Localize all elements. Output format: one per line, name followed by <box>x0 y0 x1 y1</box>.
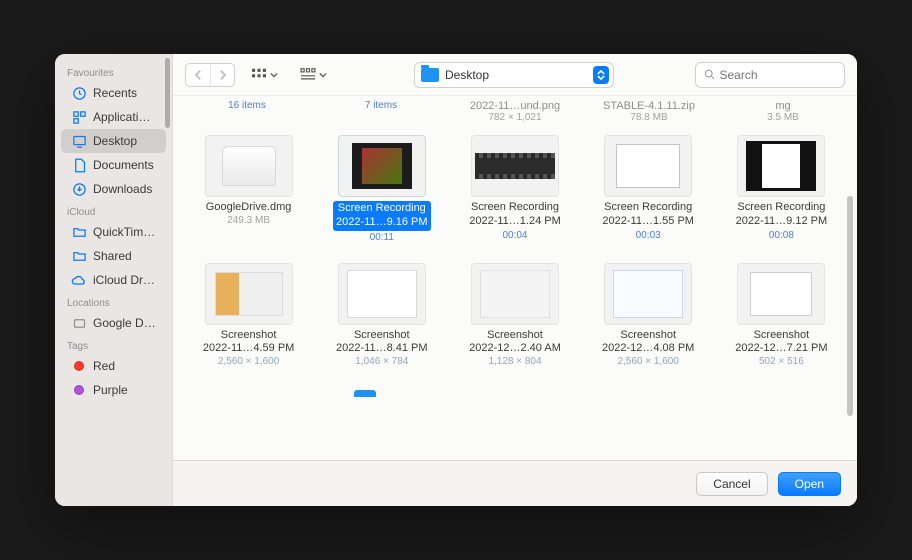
download-icon <box>71 181 87 197</box>
sidebar: Favourites Recents Applicati… Desktop Do… <box>55 54 173 506</box>
section-favourites: Favourites <box>55 62 172 81</box>
doc-icon <box>71 157 87 173</box>
clock-icon <box>71 85 87 101</box>
search-icon <box>704 68 715 81</box>
file-item-screen-recording-1-55[interactable]: Screen Recording2022-11…1.55 PM 00:03 <box>587 129 710 249</box>
thumbnail <box>338 135 426 197</box>
file-item-screenshot-4-59[interactable]: Screenshot2022-11…4.59 PM 2,560 × 1,600 <box>187 257 310 374</box>
toolbar: Desktop <box>173 54 857 96</box>
folder-item[interactable]: 7 items <box>321 100 441 123</box>
open-button[interactable]: Open <box>778 472 841 496</box>
desktop-icon <box>71 133 87 149</box>
dialog-footer: Cancel Open <box>173 460 857 506</box>
file-item[interactable]: 2022-11…und.png 782 × 1,021 <box>455 100 575 123</box>
section-locations: Locations <box>55 292 172 311</box>
content-scrollbar[interactable] <box>847 196 853 416</box>
section-tags: Tags <box>55 335 172 354</box>
view-icon-button[interactable] <box>245 63 284 87</box>
sidebar-scrollbar[interactable] <box>165 58 170 128</box>
folder-icon <box>71 224 87 240</box>
location-dropdown[interactable]: Desktop <box>414 62 614 88</box>
nav-buttons <box>185 63 235 87</box>
cloud-icon <box>71 272 87 288</box>
thumbnail <box>737 263 825 325</box>
thumbnail <box>471 263 559 325</box>
open-file-dialog: Favourites Recents Applicati… Desktop Do… <box>55 54 857 506</box>
sidebar-item-google-drive[interactable]: Google D… <box>61 311 166 335</box>
apps-icon <box>71 109 87 125</box>
sidebar-tag-red[interactable]: Red <box>61 354 166 378</box>
folder-icon <box>71 248 87 264</box>
sidebar-item-recents[interactable]: Recents <box>61 81 166 105</box>
thumbnail <box>338 263 426 325</box>
sidebar-item-shared[interactable]: Shared <box>61 244 166 268</box>
group-button[interactable] <box>294 63 333 87</box>
sidebar-item-applications[interactable]: Applicati… <box>61 105 166 129</box>
forward-button[interactable] <box>210 64 234 86</box>
sidebar-item-icloud-drive[interactable]: iCloud Dri… <box>61 268 166 292</box>
chevron-down-icon <box>270 72 278 78</box>
search-input[interactable] <box>719 68 836 82</box>
sidebar-tag-purple[interactable]: Purple <box>61 378 166 402</box>
thumbnail <box>471 135 559 197</box>
thumbnail <box>205 263 293 325</box>
file-item-screenshot-4-08[interactable]: Screenshot2022-12…4.08 PM 2,560 × 1,600 <box>587 257 710 374</box>
chevron-down-icon <box>319 72 327 78</box>
thumbnail <box>737 135 825 197</box>
file-item-screenshot-7-21[interactable]: Screenshot2022-12…7.21 PM 502 × 516 <box>720 257 843 374</box>
sidebar-item-documents[interactable]: Documents <box>61 153 166 177</box>
file-item-googledrive-dmg[interactable]: GoogleDrive.dmg 249.3 MB <box>187 129 310 249</box>
file-item-screen-recording-9-16[interactable]: Screen Recording2022-11…9.16 PM 00:11 <box>320 129 443 249</box>
file-item-screenshot-8-41[interactable]: Screenshot2022-11…8.41 PM 1,046 × 784 <box>320 257 443 374</box>
back-button[interactable] <box>186 64 210 86</box>
file-item[interactable]: mg 3.5 MB <box>723 100 843 123</box>
folder-item-partial[interactable] <box>320 381 443 399</box>
main-panel: Desktop 16 items 7 items <box>173 54 857 506</box>
location-label: Desktop <box>445 68 587 82</box>
thumbnail <box>604 263 692 325</box>
tag-dot-icon <box>71 358 87 374</box>
thumbnail <box>604 135 692 197</box>
file-item-screenshot-2-40[interactable]: Screenshot2022-12…2.40 AM 1,128 × 804 <box>453 257 576 374</box>
file-item[interactable]: STABLE-4.1.11.zip 78.8 MB <box>589 100 709 123</box>
file-item-screen-recording-1-24[interactable]: Screen Recording2022-11…1.24 PM 00:04 <box>453 129 576 249</box>
section-icloud: iCloud <box>55 201 172 220</box>
folder-icon <box>421 68 439 82</box>
file-item-screen-recording-9-12[interactable]: Screen Recording2022-11…9.12 PM 00:08 <box>720 129 843 249</box>
cancel-button[interactable]: Cancel <box>696 472 767 496</box>
sidebar-item-quicktime[interactable]: QuickTim… <box>61 220 166 244</box>
folder-item[interactable]: 16 items <box>187 100 307 123</box>
search-field[interactable] <box>695 62 845 88</box>
file-browser: 16 items 7 items 2022-11…und.png 782 × 1… <box>173 96 857 460</box>
disk-icon <box>71 315 87 331</box>
sidebar-item-downloads[interactable]: Downloads <box>61 177 166 201</box>
sidebar-item-desktop[interactable]: Desktop <box>61 129 166 153</box>
thumbnail <box>205 135 293 197</box>
updown-icon <box>593 66 609 84</box>
tag-dot-icon <box>71 382 87 398</box>
